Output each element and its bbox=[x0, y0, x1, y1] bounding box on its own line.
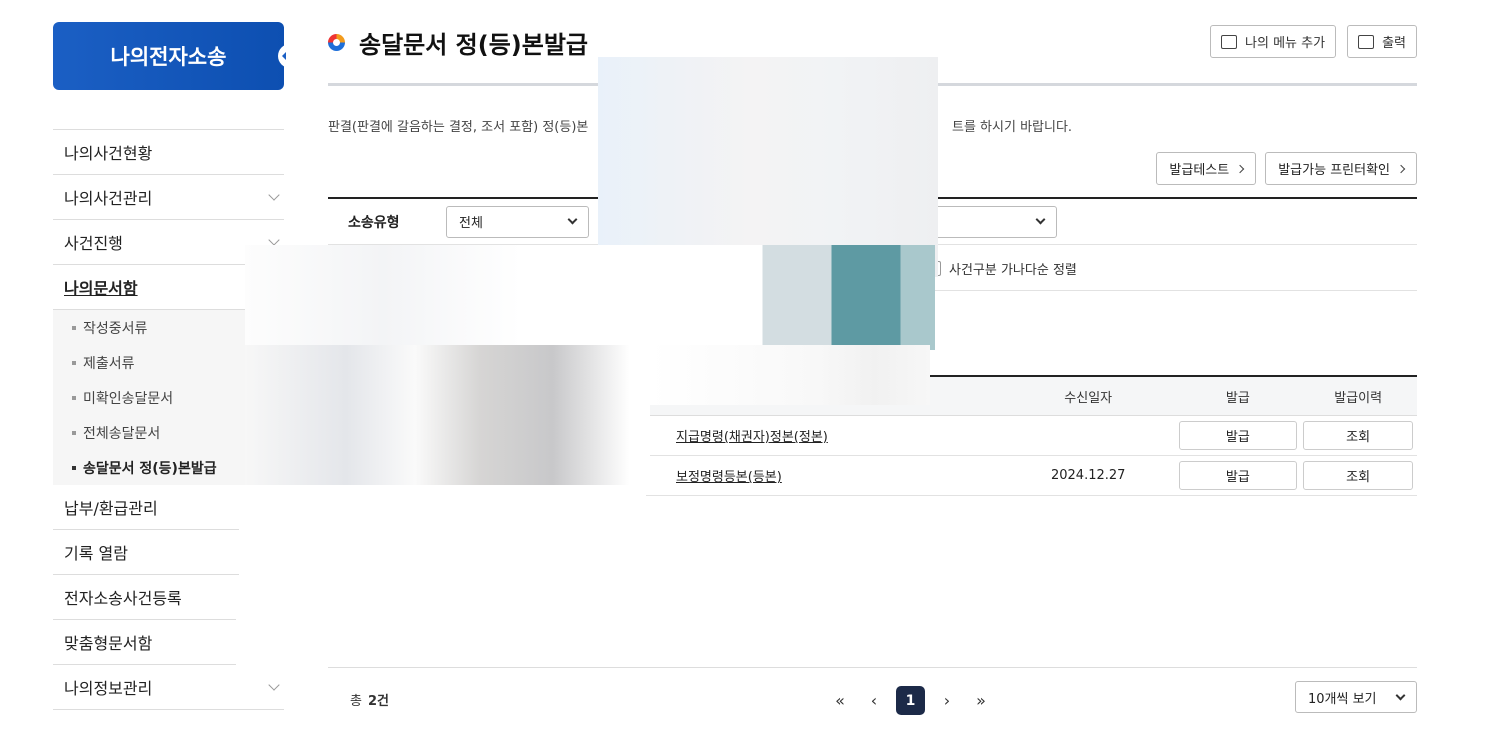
chevron-right-icon bbox=[1396, 164, 1406, 173]
sidebar-subitem-label: 작성중서류 bbox=[83, 320, 148, 337]
pagination: « ‹ 1 › » bbox=[828, 686, 993, 715]
sidebar-item-label: 맞춤형문서함 bbox=[64, 634, 153, 653]
top-buttons: 나의 메뉴 추가 출력 bbox=[1210, 25, 1417, 58]
title-row: 송달문서 정(등)본발급 나의 메뉴 추가 출력 bbox=[328, 22, 1417, 62]
sidebar-item-label: 나의문서함 bbox=[64, 279, 138, 298]
blur-overlay-top bbox=[598, 57, 938, 277]
sidebar-item-case-status[interactable]: 나의사건현황 bbox=[53, 130, 284, 175]
table-row: 지급명령(채권자)정본(정본) 발급 조회 bbox=[646, 416, 1417, 456]
chevron-down-icon bbox=[1395, 690, 1406, 700]
case-type-select[interactable]: 전체 bbox=[446, 205, 589, 238]
printer-check-label: 발급가능 프린터확인 bbox=[1278, 163, 1390, 178]
issue-test-label: 발급테스트 bbox=[1169, 163, 1230, 178]
case-type-label: 소송유형 bbox=[348, 214, 400, 231]
total-value: 2건 bbox=[367, 694, 389, 709]
page-number-current[interactable]: 1 bbox=[896, 686, 925, 715]
sidebar-item-label: 나의사건관리 bbox=[64, 189, 153, 208]
sidebar-subitem-label: 미확인송달문서 bbox=[83, 390, 174, 407]
print-button[interactable]: 출력 bbox=[1347, 25, 1417, 58]
sort-checkbox-label: 사건구분 가나다순 정렬 bbox=[949, 263, 1077, 278]
doc-link[interactable]: 지급명령(채권자)정본(정본) bbox=[676, 430, 828, 445]
description-text-tail: 트를 하시기 바랍니다. bbox=[952, 120, 1073, 135]
sidebar-item-label: 기록 열람 bbox=[64, 544, 128, 563]
issue-test-button[interactable]: 발급테스트 bbox=[1156, 152, 1257, 185]
brand-banner[interactable]: 나의전자소송 bbox=[53, 22, 290, 90]
issue-button[interactable]: 발급 bbox=[1178, 421, 1297, 450]
next-page-icon[interactable]: › bbox=[935, 691, 959, 710]
sidebar-item-label: 나의사건현황 bbox=[64, 144, 153, 163]
bullet-icon bbox=[72, 465, 76, 470]
bullet-icon bbox=[72, 395, 76, 400]
bullet-icon bbox=[72, 325, 76, 330]
sidebar-item-my-info[interactable]: 나의정보관리 bbox=[53, 665, 284, 710]
page-title: 송달문서 정(등)본발급 bbox=[359, 30, 589, 59]
history-button[interactable]: 조회 bbox=[1303, 421, 1414, 450]
sidebar-subitem-label: 전체송달문서 bbox=[83, 425, 161, 442]
header-date: 수신일자 bbox=[1064, 390, 1113, 406]
last-page-icon[interactable]: » bbox=[969, 691, 993, 710]
prev-page-icon[interactable]: ‹ bbox=[862, 691, 886, 710]
first-page-icon[interactable]: « bbox=[828, 691, 852, 710]
sidebar-item-register[interactable]: 전자소송사건등록 bbox=[53, 575, 236, 620]
total-prefix: 총 bbox=[350, 694, 362, 709]
title-ring-icon bbox=[328, 33, 345, 51]
row-date: 2024.12.27 bbox=[1050, 468, 1126, 483]
chevron-down-icon bbox=[268, 189, 280, 201]
case-type-value: 전체 bbox=[459, 216, 483, 231]
table-row: 보정명령등본(등본) 2024.12.27 발급 조회 bbox=[646, 456, 1417, 496]
header-history: 발급이력 bbox=[1334, 390, 1383, 406]
chevron-down-icon bbox=[268, 234, 280, 246]
per-page-value: 10개씩 보기 bbox=[1308, 691, 1377, 707]
blur-overlay-left bbox=[245, 345, 650, 485]
blur-overlay-mid bbox=[245, 245, 935, 350]
sidebar-subitem-label: 송달문서 정(등)본발급 bbox=[83, 460, 217, 477]
add-menu-label: 나의 메뉴 추가 bbox=[1245, 36, 1326, 51]
total-count: 총 2건 bbox=[350, 690, 389, 709]
chevron-right-icon bbox=[1235, 164, 1245, 173]
sidebar-item-label: 전자소송사건등록 bbox=[64, 589, 182, 608]
sidebar-item-label: 나의정보관리 bbox=[64, 679, 153, 698]
per-page-select[interactable]: 10개씩 보기 bbox=[1295, 681, 1417, 713]
sidebar-item-label: 납부/환급관리 bbox=[64, 499, 158, 518]
history-button[interactable]: 조회 bbox=[1303, 461, 1414, 490]
issue-button[interactable]: 발급 bbox=[1178, 461, 1297, 490]
sidebar-item-custom-docs[interactable]: 맞춤형문서함 bbox=[53, 620, 236, 665]
sidebar-item-case-manage[interactable]: 나의사건관리 bbox=[53, 175, 284, 220]
sort-checkbox-row[interactable]: 사건구분 가나다순 정렬 bbox=[926, 259, 1077, 278]
chevron-down-icon bbox=[567, 214, 578, 225]
header-issue: 발급 bbox=[1225, 390, 1250, 406]
sidebar-item-label: 사건진행 bbox=[64, 234, 123, 253]
sidebar-subitem-label: 제출서류 bbox=[83, 355, 135, 372]
action-buttons: 발급테스트 발급가능 프린터확인 bbox=[1156, 152, 1417, 185]
table-footer: 총 2건 « ‹ 1 › » 10개씩 보기 bbox=[328, 667, 1417, 727]
bullet-icon bbox=[72, 430, 76, 435]
sidebar-item-record-view[interactable]: 기록 열람 bbox=[53, 530, 239, 575]
chevron-down-icon bbox=[268, 679, 280, 691]
edit-icon bbox=[1221, 34, 1238, 49]
add-menu-button[interactable]: 나의 메뉴 추가 bbox=[1210, 25, 1337, 58]
sidebar-item-payment[interactable]: 납부/환급관리 bbox=[53, 485, 239, 530]
brand-title: 나의전자소송 bbox=[110, 45, 227, 69]
chevron-down-icon bbox=[1035, 214, 1046, 225]
secondary-select[interactable] bbox=[931, 205, 1057, 238]
print-icon bbox=[1358, 34, 1375, 49]
print-label: 출력 bbox=[1382, 36, 1406, 51]
bullet-icon bbox=[72, 360, 76, 365]
blur-overlay-header bbox=[650, 345, 930, 405]
doc-link[interactable]: 보정명령등본(등본) bbox=[676, 470, 782, 485]
printer-check-button[interactable]: 발급가능 프린터확인 bbox=[1265, 152, 1417, 185]
collapse-toggle-icon[interactable] bbox=[278, 44, 290, 68]
